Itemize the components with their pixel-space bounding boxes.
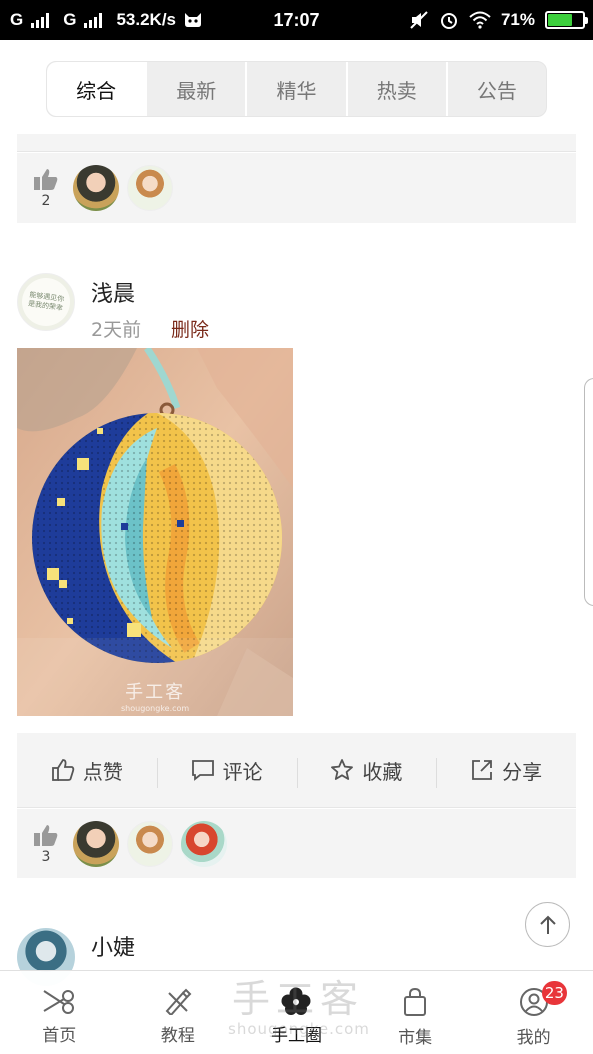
carrier-label: G xyxy=(10,10,24,29)
comment-label: 评论 xyxy=(222,759,263,784)
author-name[interactable]: 小婕 xyxy=(91,930,135,962)
carrier-label: G xyxy=(63,10,77,29)
thumbs-up-icon xyxy=(34,169,58,190)
notification-badge: 23 xyxy=(541,981,567,1005)
mute-icon xyxy=(410,11,428,29)
like-count: 2 xyxy=(41,193,51,209)
avatar-text: 能够遇见你是我的荣幸 xyxy=(27,290,65,313)
app-notification-icon xyxy=(185,13,202,27)
scroll-to-top-button[interactable] xyxy=(525,902,570,947)
thumbs-up-icon xyxy=(51,759,75,781)
prev-post-actions-tail xyxy=(17,134,576,152)
bag-icon xyxy=(404,987,427,1016)
nav-home-label: 首页 xyxy=(42,1026,77,1046)
tab-latest[interactable]: 最新 xyxy=(145,62,245,116)
like-button[interactable]: 点赞 xyxy=(17,756,157,785)
flower-icon xyxy=(281,987,311,1015)
tab-featured[interactable]: 精华 xyxy=(245,62,345,116)
nav-tutorial[interactable]: 教程 xyxy=(119,971,238,1054)
share-icon xyxy=(472,760,493,780)
category-tabs: 综合 最新 精华 热卖 公告 xyxy=(46,61,547,117)
nav-tutorial-label: 教程 xyxy=(160,1026,195,1046)
comment-button[interactable]: 评论 xyxy=(156,756,297,788)
like-count-group: 3 xyxy=(31,823,61,865)
pencil-ruler-icon xyxy=(165,988,192,1015)
nav-market-label: 市集 xyxy=(398,1028,433,1048)
image-watermark-text: 手工客 xyxy=(125,682,186,703)
tab-hot-sale[interactable]: 热卖 xyxy=(345,62,446,116)
battery-percent: 71% xyxy=(500,10,535,29)
like-count: 3 xyxy=(41,848,51,865)
delete-link[interactable]: 删除 xyxy=(171,315,209,342)
alarm-icon xyxy=(440,13,457,29)
author-name[interactable]: 浅晨 xyxy=(91,276,135,308)
like-count-group: 2 xyxy=(31,167,61,209)
share-label: 分享 xyxy=(502,759,543,784)
nav-craft-circle-label: 手工圈 xyxy=(270,1026,322,1046)
liker-avatar[interactable] xyxy=(181,820,227,867)
side-drawer-handle[interactable] xyxy=(584,378,593,606)
nav-mine[interactable]: 我的 23 xyxy=(474,971,593,1054)
author-avatar[interactable]: 能够遇见你是我的荣幸 xyxy=(17,273,75,331)
nav-market[interactable]: 市集 xyxy=(356,971,475,1054)
thumbs-up-icon xyxy=(34,824,58,846)
network-speed: 53.2K/s xyxy=(116,10,177,29)
comment-icon xyxy=(191,760,214,781)
tab-announcement[interactable]: 公告 xyxy=(445,62,546,116)
scissors-icon xyxy=(43,990,75,1014)
tab-comprehensive[interactable]: 综合 xyxy=(47,62,146,116)
like-label: 点赞 xyxy=(82,759,123,784)
post-image[interactable]: 手工客 shougongke.com xyxy=(17,348,293,716)
battery-icon xyxy=(545,11,588,29)
signal-icon xyxy=(84,12,103,28)
liker-avatar[interactable] xyxy=(127,165,173,211)
bead-pendant-photo xyxy=(17,348,293,716)
post-action-bar: 点赞 评论 收藏 分享 xyxy=(17,733,576,808)
image-watermark-url: shougongke.com xyxy=(121,704,190,713)
nav-home[interactable]: 首页 xyxy=(0,971,119,1054)
arrow-up-icon xyxy=(539,915,556,934)
signal-icon xyxy=(31,12,50,28)
status-bar: G G 53.2K/s 17:07 71% xyxy=(0,0,593,40)
share-button[interactable]: 分享 xyxy=(436,756,576,788)
favorite-label: 收藏 xyxy=(362,759,403,784)
image-watermark: 手工客 shougongke.com xyxy=(121,678,189,713)
prev-post-likes: 2 xyxy=(17,153,576,223)
post-time: 2天前 xyxy=(91,319,142,341)
nav-mine-label: 我的 xyxy=(516,1028,551,1048)
liker-avatar[interactable] xyxy=(73,165,119,211)
post-likes: 3 xyxy=(17,809,576,878)
liker-avatar[interactable] xyxy=(73,820,119,867)
favorite-button[interactable]: 收藏 xyxy=(296,756,437,788)
bottom-nav: 首页 教程 手工圈 市集 我的 23 xyxy=(0,970,593,1054)
star-icon xyxy=(331,759,354,780)
wifi-icon xyxy=(469,11,491,29)
nav-craft-circle[interactable]: 手工圈 xyxy=(237,971,356,1054)
liker-avatar[interactable] xyxy=(127,820,173,867)
